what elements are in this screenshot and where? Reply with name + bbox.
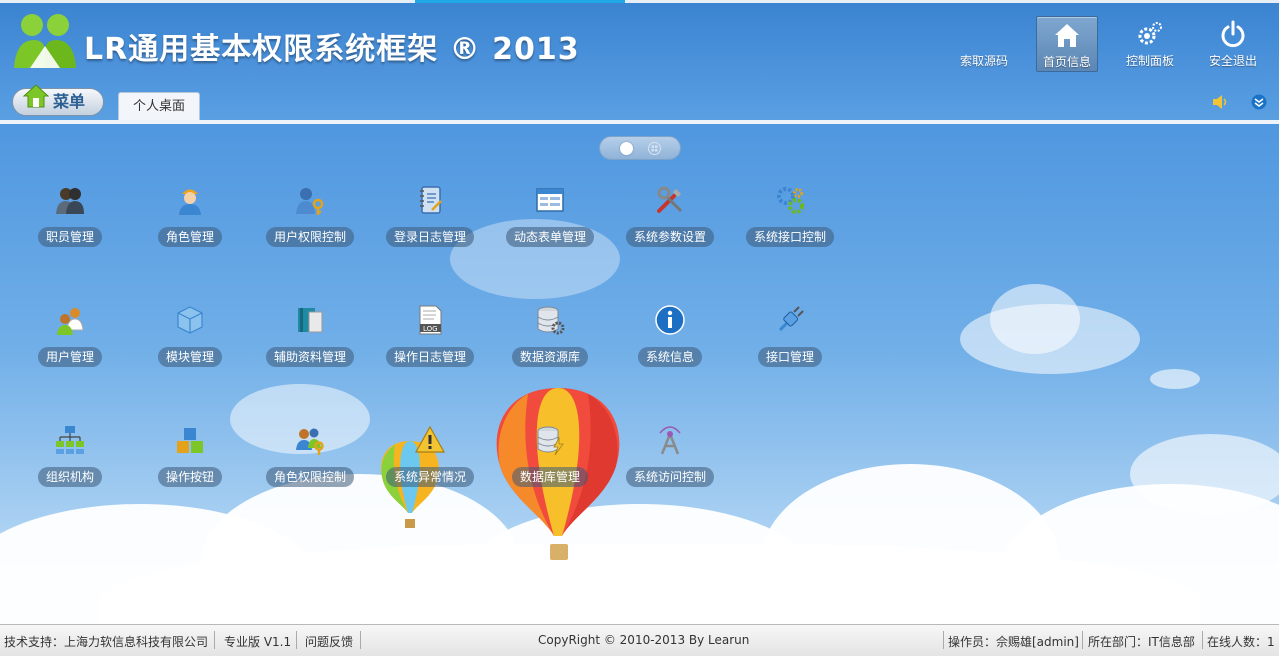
page-dot-active[interactable] bbox=[620, 142, 633, 155]
antenna-icon bbox=[659, 426, 681, 455]
chevron-down-icon[interactable] bbox=[1251, 94, 1267, 110]
svg-text:LOG: LOG bbox=[423, 325, 438, 333]
desktop-app-label: 操作按钮 bbox=[157, 467, 223, 487]
desktop-app-item[interactable]: 职员管理 bbox=[20, 184, 120, 264]
grid-icon[interactable] bbox=[648, 142, 661, 155]
desktop-app-item[interactable]: 数据资源库 bbox=[500, 304, 600, 384]
info-icon bbox=[655, 305, 685, 335]
home-menu-icon bbox=[23, 84, 49, 108]
home-icon bbox=[1055, 24, 1079, 47]
department-text: 所在部门：IT信息部 bbox=[1088, 635, 1195, 649]
copyright-text: CopyRight © 2010-2013 By Learun bbox=[538, 633, 750, 647]
desktop-app-label: 操作日志管理 bbox=[385, 347, 475, 367]
desktop-app-label: 系统接口控制 bbox=[745, 227, 835, 247]
desktop-app-item[interactable]: 系统参数设置 bbox=[620, 184, 720, 264]
desktop-app-label: 系统访问控制 bbox=[625, 467, 715, 487]
desktop-app-item[interactable]: 模块管理 bbox=[140, 304, 240, 384]
tools-icon bbox=[657, 186, 683, 213]
desktop-app-item[interactable]: 系统信息 bbox=[620, 304, 720, 384]
desktop-app-label: 角色管理 bbox=[157, 227, 223, 247]
desktop-app-label: 系统异常情况 bbox=[385, 467, 475, 487]
desktop-app-item[interactable]: LOG 操作日志管理 bbox=[380, 304, 480, 384]
plug-icon bbox=[778, 306, 804, 332]
blocks-icon bbox=[177, 428, 203, 453]
desktop-app-label: 数据资源库 bbox=[511, 347, 589, 367]
book-icon bbox=[298, 308, 323, 333]
operator-text: 操作员：佘赐雄[admin] bbox=[948, 635, 1079, 649]
desktop-area: 职员管理 角色管理 用户权限控制 登录日志管理 动态表单管理 系统参数设置 系统接口控制用户… bbox=[0, 124, 1279, 624]
menu-button[interactable]: 菜单 bbox=[12, 84, 104, 116]
desktop-app-label: 用户管理 bbox=[37, 347, 103, 367]
desktop-app-label: 登录日志管理 bbox=[385, 227, 475, 247]
home-info-button[interactable]: 首页信息 bbox=[1036, 16, 1098, 72]
desktop-app-label: 数据库管理 bbox=[511, 467, 589, 487]
status-bar: 技术支持：上海力软信息科技有限公司 专业版 V1.1 问题反馈 CopyRigh… bbox=[0, 624, 1279, 656]
desktop-app-label: 接口管理 bbox=[757, 347, 823, 367]
desktop-pager[interactable] bbox=[599, 136, 681, 160]
warning-icon bbox=[414, 425, 446, 453]
logo-icon bbox=[14, 14, 76, 68]
app-header: LR通用基本权限系统框架 ® 2013 索取源码 首页信息 控制面板 安全退出 … bbox=[0, 0, 1279, 124]
gears-icon bbox=[777, 187, 804, 214]
worker-icon bbox=[179, 189, 201, 215]
desktop-app-item[interactable]: 动态表单管理 bbox=[500, 184, 600, 264]
desktop-app-item[interactable]: 组织机构 bbox=[20, 424, 120, 504]
module-cube-icon bbox=[177, 306, 203, 334]
desktop-app-label: 辅助资料管理 bbox=[265, 347, 355, 367]
gear-icon bbox=[1138, 22, 1162, 45]
feedback-link[interactable]: 问题反馈 bbox=[305, 633, 353, 650]
source-code-icon bbox=[970, 20, 998, 48]
desktop-app-item[interactable]: 用户权限控制 bbox=[260, 184, 360, 264]
top-progress-line bbox=[0, 0, 1279, 3]
database-gear-icon bbox=[537, 306, 565, 335]
desktop-app-label: 系统参数设置 bbox=[625, 227, 715, 247]
desktop-app-label: 系统信息 bbox=[637, 347, 703, 367]
desktop-app-item[interactable]: 操作按钮 bbox=[140, 424, 240, 504]
desktop-app-item[interactable]: 数据库管理 bbox=[500, 424, 600, 504]
desktop-app-item[interactable]: 用户管理 bbox=[20, 304, 120, 384]
desktop-app-item[interactable]: 辅助资料管理 bbox=[260, 304, 360, 384]
desktop-app-label: 模块管理 bbox=[157, 347, 223, 367]
notebook-icon bbox=[420, 186, 442, 214]
log-file-icon: LOG bbox=[419, 305, 442, 335]
desktop-app-item[interactable]: 系统访问控制 bbox=[620, 424, 720, 504]
desktop-app-item[interactable]: 登录日志管理 bbox=[380, 184, 480, 264]
desktop-app-item[interactable]: 系统接口控制 bbox=[740, 184, 840, 264]
menu-label: 菜单 bbox=[53, 92, 86, 111]
desktop-app-label: 动态表单管理 bbox=[505, 227, 595, 247]
speaker-icon[interactable] bbox=[1212, 94, 1230, 110]
staff-icon bbox=[56, 188, 84, 214]
online-count-text: 在线人数：1 bbox=[1207, 635, 1275, 649]
users-icon bbox=[57, 308, 84, 335]
desktop-app-item[interactable]: 系统异常情况 bbox=[380, 424, 480, 504]
logout-button[interactable]: 安全退出 bbox=[1202, 16, 1264, 72]
org-chart-icon bbox=[56, 426, 84, 454]
control-panel-button[interactable]: 控制面板 bbox=[1119, 16, 1181, 72]
desktop-app-label: 用户权限控制 bbox=[265, 227, 355, 247]
support-text: 技术支持：上海力软信息科技有限公司 bbox=[4, 635, 209, 649]
user-key-icon bbox=[296, 188, 324, 215]
desktop-app-item[interactable]: 角色管理 bbox=[140, 184, 240, 264]
role-key-icon bbox=[296, 428, 324, 455]
desktop-app-item[interactable]: 角色权限控制 bbox=[260, 424, 360, 504]
desktop-app-label: 角色权限控制 bbox=[265, 467, 355, 487]
app-title: LR通用基本权限系统框架 ® 2013 bbox=[84, 32, 580, 67]
desktop-app-item[interactable]: 接口管理 bbox=[740, 304, 840, 384]
tab-personal-desktop[interactable]: 个人桌面 bbox=[118, 92, 200, 122]
form-icon bbox=[536, 188, 564, 212]
edition-text: 专业版 V1.1 bbox=[224, 635, 292, 649]
desktop-app-label: 组织机构 bbox=[37, 467, 103, 487]
get-source-button[interactable]: 索取源码 bbox=[953, 16, 1015, 72]
power-icon bbox=[1221, 20, 1245, 48]
desktop-app-label: 职员管理 bbox=[37, 227, 103, 247]
database-bolt-icon bbox=[537, 426, 564, 456]
